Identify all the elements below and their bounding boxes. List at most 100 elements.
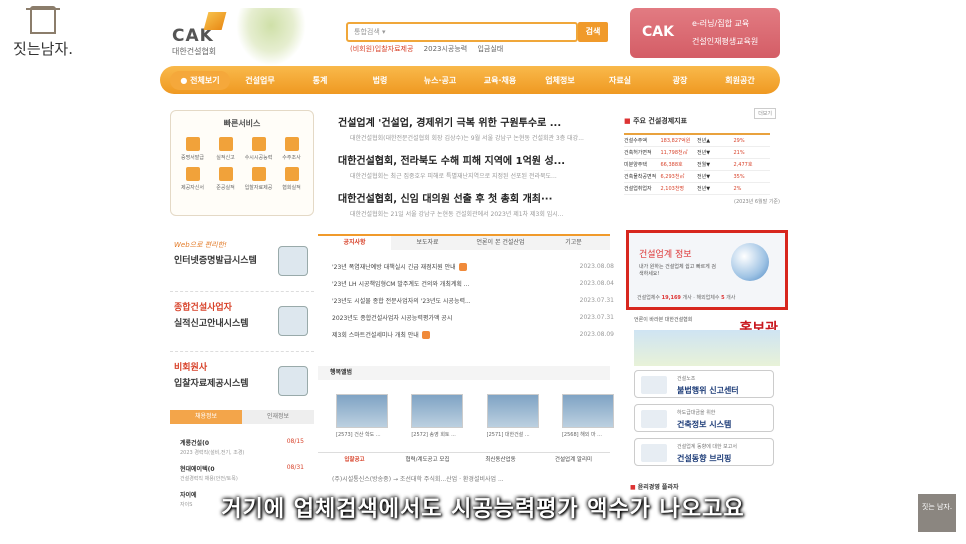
quick-service-panel: 빠른서비스 증명서발급 실적신고 수시시공능력 수주조사 제공자신서 준공실적 … — [170, 110, 314, 216]
bid-list-item[interactable]: (주)시설통신스(방송중) → 조선대학 주식회...산업 · 환경설비사업 .… — [332, 474, 504, 483]
list-item[interactable]: 계룡건설(0 08/15 2023 경력직(설비,전기, 조경) — [180, 438, 304, 456]
nav-education[interactable]: 교육·채용 — [470, 75, 530, 86]
cak-logo-text: CAK — [172, 26, 214, 46]
news-desc: 대한건설협회는 최근 집중호우 피해로 특별재난지역으로 지정된 선포된 전라북… — [350, 173, 557, 180]
news-item[interactable]: 건설업계 '건설업, 경제위기 극복 위한 구원투수로 ... 대한건설협회(대… — [338, 114, 610, 142]
tab-partners[interactable]: 협력/계도공고 모집 — [391, 453, 464, 466]
channel-corner-logo: 짓는 남자. — [918, 494, 956, 532]
stats-row: 건축물착공면적 6,293천㎡ 전년▼ 35% — [624, 171, 770, 183]
news-title[interactable]: 대한건설협회, 신임 대의원 선출 후 첫 총회 개최··· — [338, 190, 610, 205]
search-link-payment[interactable]: 입금실태 — [477, 45, 503, 53]
list-item[interactable]: '23년 LH 시공책임형CM 발주계도 건의와 개최계획 ... 2023.08… — [332, 275, 614, 292]
stats-row: 미분양주택 66,388호 전월▼ 2,477호 — [624, 159, 770, 171]
tab-columns[interactable]: 기고문 — [537, 236, 610, 250]
nav-news[interactable]: 뉴스·공고 — [410, 75, 470, 86]
notice-list: '23년 폭염재난예방 대책실시 긴급 재점지원 안내 2023.08.08 '2… — [332, 258, 614, 343]
survey-icon — [284, 137, 299, 151]
list-item[interactable]: 현대에이텍(0 08/31 건설경력직 채용(안전/토목) — [180, 464, 304, 482]
report-center-card[interactable]: 건설노조 불법행위 신고센터 — [634, 370, 774, 398]
photo-thumbnail — [486, 394, 539, 428]
banner-certificate-system[interactable]: Web으로 편리한! 인터넷증명발급시스템 — [170, 232, 314, 292]
certificate-icon — [185, 137, 200, 151]
pr-banner-image — [634, 330, 780, 366]
news-desc: 대한건설협회는 21일 서울 강남구 논현동 건설회관에서 2023년 제1차 … — [350, 211, 564, 218]
quick-item[interactable]: 수주조사 — [276, 137, 307, 161]
tab-jobs[interactable]: 채용정보 — [170, 410, 242, 424]
globe-search-icon — [731, 243, 769, 281]
photo-item[interactable]: [2571] 대한건설 ... — [486, 394, 539, 438]
quick-item[interactable]: 증명서발급 — [177, 137, 208, 161]
search-input[interactable]: 통합검색 ▾ — [346, 22, 578, 42]
company-search-desc: 내가 원하는 건설업체 쉽고 빠르게 검색하세요! — [639, 264, 716, 277]
photo-item[interactable]: [2572] 송영 회토 ... — [411, 394, 464, 438]
tab-press[interactable]: 보도자료 — [391, 236, 464, 250]
tab-alerts[interactable]: 건설업계 알리미 — [537, 453, 610, 466]
list-item[interactable]: 2023년도 종합건설사업자 시공능력평가액 공시 2023.07.31 — [332, 309, 614, 326]
search-button[interactable]: 검색 — [578, 22, 608, 42]
quick-item[interactable]: 제공자신서 — [177, 167, 208, 191]
cak-logo[interactable]: CAK 대한건설협회 — [172, 12, 232, 58]
edu-banner[interactable]: CAK e-러닝/집합 교육 건설인재평생교육원 — [630, 8, 780, 58]
list-item[interactable]: 제3회 스마트건설세미나 개최 안내 2023.08.09 — [332, 326, 614, 343]
nav-construction[interactable]: 건설업무 — [230, 75, 290, 86]
nav-company[interactable]: 업체정보 — [530, 75, 590, 86]
company-search-banner[interactable]: 건설업계 정보 내가 원하는 건설업체 쉽고 빠르게 검색하세요! 건설업체수 … — [626, 230, 788, 310]
quick-item[interactable]: 실적신고 — [210, 137, 241, 161]
news-item[interactable]: 대한건설협회, 신임 대의원 선출 후 첫 총회 개최··· 대한건설협회는 2… — [338, 190, 610, 218]
photo-album: [2573] 건산 학도 ... [2572] 송영 회토 ... [2571]… — [336, 394, 614, 438]
quick-service-title: 빠른서비스 — [223, 119, 261, 128]
trend-briefing-card[interactable]: 건설업계 동향에 대한 보고서 건설동향 브리핑 — [634, 438, 774, 466]
tab-media[interactable]: 언론이 본 건설산업 — [464, 236, 537, 250]
news-title[interactable]: 건설업계 '건설업, 경제위기 극복 위한 구원투수로 ... — [338, 114, 610, 129]
photo-item[interactable]: [2573] 건산 학도 ... — [336, 394, 388, 438]
nav-plaza[interactable]: 광장 — [650, 75, 710, 86]
stats-table: 건설수주액 183,827억원 전년▲ 29% 건축허가면적 11,798천㎡ 전년▼ 21… — [624, 133, 770, 195]
nav-all[interactable]: ● 전체보기 — [170, 70, 230, 90]
photo-thumbnail — [411, 394, 464, 428]
channel-name: 짓는남자. — [13, 40, 73, 58]
tab-notices[interactable]: 공지사항 — [318, 236, 391, 250]
report-icon — [218, 137, 233, 151]
quick-item[interactable]: 입찰자료제공 — [243, 167, 274, 191]
list-item[interactable]: '23년 폭염재난예방 대책실시 긴급 재점지원 안내 2023.08.08 — [332, 258, 614, 275]
main-nav: ● 전체보기 건설업무 통계 법령 뉴스·공고 교육·채용 업체정보 자료실 광… — [160, 66, 780, 94]
cak-logo-sub: 대한건설협회 — [172, 47, 217, 56]
people-icon — [284, 167, 299, 181]
nav-stats[interactable]: 통계 — [290, 75, 350, 86]
stats-title: 주요 건설경제지표 — [624, 117, 687, 125]
laptop-icon — [278, 366, 308, 396]
search-link-capability[interactable]: 2023시공능력 — [424, 45, 468, 53]
search-link-nonmember[interactable]: (비회원)입찰자료제공 — [350, 45, 413, 53]
certificate-doc-icon — [278, 246, 308, 276]
tab-talent[interactable]: 인재정보 — [242, 410, 314, 424]
news-item[interactable]: 대한건설협회, 전라북도 수해 피해 지역에 1억원 성... 대한건설협회는 … — [338, 152, 610, 180]
banner-performance-system[interactable]: 종합건설사업자 실적신고안내시스템 — [170, 292, 314, 352]
building-model-icon — [278, 306, 308, 336]
monitor-icon — [251, 167, 266, 181]
news-title[interactable]: 대한건설협회, 전라북도 수해 피해 지역에 1억원 성... — [338, 152, 610, 167]
tab-industry[interactable]: 최신동산업동 — [464, 453, 537, 466]
photo-item[interactable]: [2568] 해외 마 ... — [561, 394, 614, 438]
tab-bids[interactable]: 입찰공고 — [318, 453, 391, 466]
stats-row: 건축허가면적 11,798천㎡ 전년▼ 21% — [624, 147, 770, 159]
nav-members[interactable]: 회원공간 — [710, 75, 770, 86]
photo-thumbnail — [336, 394, 388, 428]
stats-row: 건설업취업자 2,103천명 전년▼ 2% — [624, 183, 770, 195]
quick-item[interactable]: 준공실적 — [210, 167, 241, 191]
building-info-card[interactable]: 하도급대금을 위한 건축정보 시스템 — [634, 404, 774, 432]
channel-logo: 짓는남자. — [8, 6, 78, 62]
search-links: (비회원)입찰자료제공 2023시공능력 입금실태 — [350, 44, 511, 54]
stats-more-button[interactable]: 더보기 — [754, 108, 776, 119]
bid-tabs: 입찰공고 협력/계도공고 모집 최신동산업동 건설업계 알리미 — [318, 452, 610, 466]
nav-archive[interactable]: 자료실 — [590, 75, 650, 86]
photo-album-header[interactable]: 행복앨범 — [318, 366, 610, 380]
edu-banner-line2: 건설인재평생교육원 — [692, 37, 759, 46]
nav-law[interactable]: 법령 — [350, 75, 410, 86]
quick-item[interactable]: 수시시공능력 — [243, 137, 274, 161]
left-banners: Web으로 편리한! 인터넷증명발급시스템 종합건설사업자 실적신고안내시스템 … — [170, 232, 314, 412]
pr-banner[interactable]: 언론이 바라본 대한건설협회 홍보관 — [634, 316, 780, 366]
photo-thumbnail — [561, 394, 614, 428]
banner-bid-data-system[interactable]: 비회원사 입찰자료제공시스템 — [170, 352, 314, 412]
quick-item[interactable]: 협회실적 — [276, 167, 307, 191]
list-item[interactable]: '23년도 시설물 종합 전문사업자의 '23년도 시공능력... 2023.07… — [332, 292, 614, 309]
